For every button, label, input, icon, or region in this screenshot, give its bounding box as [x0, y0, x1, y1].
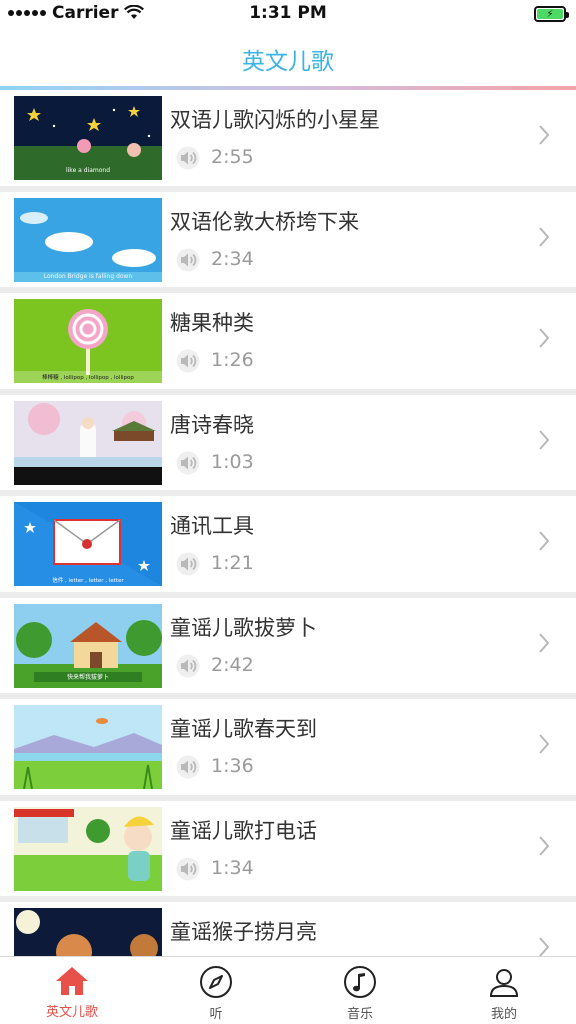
speaker-icon — [176, 857, 200, 880]
song-row[interactable]: 唐诗春晓 1:03 — [0, 394, 576, 496]
tab-music[interactable]: 音乐 — [288, 957, 432, 1024]
song-row[interactable]: 快来帮我拔萝卜 童谣儿歌拔萝卜 2:42 — [0, 597, 576, 699]
song-thumbnail: London Bridge is falling down — [14, 197, 162, 282]
speaker-icon — [176, 552, 200, 576]
tab-label: 音乐 — [346, 1007, 373, 1022]
song-title: 童谣儿歌拔萝卜 — [170, 615, 317, 640]
chevron-right-icon — [539, 226, 550, 247]
song-thumbnail: 棒棒糖 , lollipop , lollipop , lollipop — [14, 299, 162, 383]
tab-label: 英文儿歌 — [45, 1005, 98, 1020]
tab-bar: 英文儿歌 听 音乐 我的 — [0, 956, 576, 1024]
chevron-right-icon — [539, 632, 550, 653]
tab-listen[interactable]: 听 — [144, 957, 288, 1024]
song-title: 双语儿歌闪烁的小星星 — [170, 108, 380, 132]
user-icon — [489, 969, 519, 997]
tab-mine[interactable]: 我的 — [432, 957, 576, 1024]
song-row[interactable]: 棒棒糖 , lollipop , lollipop , lollipop 糖果种… — [0, 293, 576, 395]
song-duration: 2:42 — [211, 653, 254, 676]
speaker-icon — [176, 349, 200, 373]
status-time: 1:31 PM — [249, 3, 327, 23]
song-thumbnail — [14, 806, 162, 891]
thumb-caption: 信件 , letter , letter , letter — [52, 576, 124, 584]
song-thumbnail — [14, 400, 162, 485]
song-title: 唐诗春晓 — [170, 412, 254, 437]
speaker-icon — [176, 755, 200, 779]
song-title: 糖果种类 — [170, 311, 254, 335]
thumb-caption: like a diamond — [66, 167, 110, 174]
song-thumbnail: 信件 , letter , letter , letter — [14, 502, 162, 586]
chevron-right-icon — [539, 328, 550, 348]
compass-icon — [200, 966, 232, 998]
song-thumbnail: 快来帮我拔萝卜 — [14, 603, 162, 688]
chevron-right-icon — [539, 734, 550, 754]
home-icon — [56, 967, 88, 995]
song-duration: 2:34 — [211, 247, 254, 270]
chevron-right-icon — [539, 937, 550, 956]
speaker-icon — [176, 654, 200, 677]
tab-label: 我的 — [490, 1007, 517, 1022]
song-thumbnail — [14, 705, 162, 789]
song-row[interactable]: 信件 , letter , letter , letter 通讯工具 1:21 — [0, 496, 576, 598]
music-note-icon — [344, 966, 376, 998]
navigation-bar: 英文儿歌 — [0, 30, 576, 88]
song-duration: 1:36 — [211, 755, 254, 777]
thumb-caption: 快来帮我拔萝卜 — [67, 673, 109, 681]
speaker-icon — [176, 248, 200, 271]
song-duration: 1:34 — [211, 856, 254, 879]
song-title: 童谣猴子捞月亮 — [170, 920, 317, 944]
thumb-caption: 棒棒糖 , lollipop , lollipop , lollipop — [42, 373, 134, 381]
battery-icon: ⚡ — [534, 6, 569, 22]
song-title: 双语伦敦大桥垮下来 — [170, 209, 359, 234]
song-title: 通讯工具 — [170, 514, 254, 538]
chevron-right-icon — [539, 429, 550, 450]
song-thumbnail — [14, 908, 162, 956]
song-row[interactable]: 童谣猴子捞月亮 — [0, 902, 576, 956]
song-list[interactable]: like a diamond 双语儿歌闪烁的小星星 2:55 London Br… — [0, 90, 576, 956]
chevron-right-icon — [539, 835, 550, 856]
tab-label: 听 — [209, 1007, 223, 1022]
chevron-right-icon — [539, 531, 550, 551]
song-row[interactable]: 童谣儿歌打电话 1:34 — [0, 800, 576, 902]
speaker-icon — [176, 146, 200, 170]
page-title: 英文儿歌 — [242, 49, 334, 75]
song-row[interactable]: 童谣儿歌春天到 1:36 — [0, 699, 576, 801]
song-row[interactable]: London Bridge is falling down 双语伦敦大桥垮下来 … — [0, 191, 576, 293]
tab-english-songs[interactable]: 英文儿歌 — [0, 957, 144, 1024]
status-bar: Carrier 1:31 PM ⚡ — [0, 0, 576, 30]
thumb-caption: London Bridge is falling down — [44, 273, 133, 280]
song-title: 童谣儿歌打电话 — [170, 818, 317, 843]
song-title: 童谣儿歌春天到 — [170, 717, 317, 741]
speaker-icon — [176, 451, 200, 474]
song-duration: 2:55 — [211, 146, 254, 168]
song-row[interactable]: like a diamond 双语儿歌闪烁的小星星 2:55 — [0, 90, 576, 192]
song-duration: 1:03 — [211, 450, 254, 473]
chevron-right-icon — [539, 125, 550, 145]
song-duration: 1:26 — [211, 349, 254, 371]
song-duration: 1:21 — [211, 552, 254, 574]
song-thumbnail: like a diamond — [14, 96, 162, 180]
